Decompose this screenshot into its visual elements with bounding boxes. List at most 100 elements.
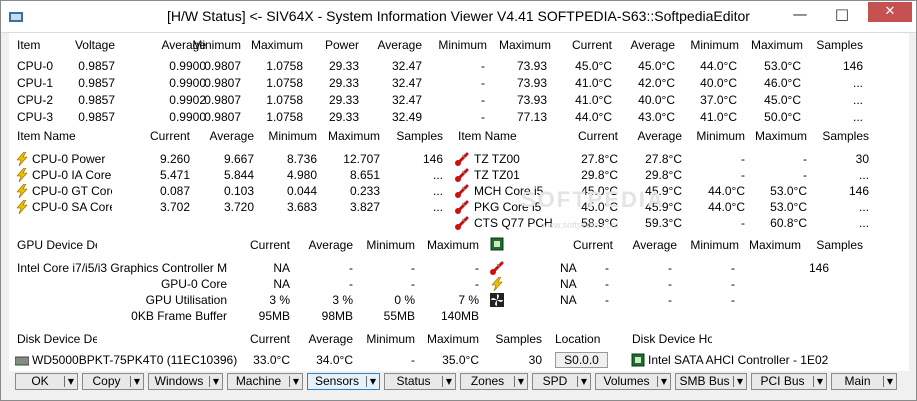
dropdown-arrow-icon[interactable]: ▼ [445,376,453,387]
button-separator [64,376,65,387]
thermometer-icon [455,216,469,230]
button-status[interactable]: Status ▼ [384,373,456,390]
watermark-url: www.softpedia.com [541,220,619,230]
button-pci-bus[interactable]: PCI Bus ▼ [751,373,827,390]
dropdown-arrow-icon[interactable]: ▼ [369,376,377,387]
cpu-header-10: Average [630,38,675,52]
button-copy[interactable]: Copy ▼ [82,373,144,390]
dropdown-arrow-icon[interactable]: ▼ [886,376,894,387]
gpu-bolt-icon [491,277,503,291]
cpu-cell: 42.0°C [638,76,675,90]
temps-cell: ... [858,168,869,182]
button-sensors[interactable]: Sensors ▼ [307,373,380,390]
dropdown-arrow-icon[interactable]: ▼ [67,376,75,387]
button-label: Volumes [603,374,650,388]
temps-cell: 30 [855,152,869,166]
cpu-header-6: Average [377,38,422,52]
maximize-button[interactable]: □ [824,2,860,28]
close-button[interactable]: ✕ [868,2,912,22]
title-bar[interactable]: [H/W Status] <- SIV64X - System Informat… [1,1,916,33]
gpu-chip-icon [490,237,504,251]
button-machine[interactable]: Machine ▼ [227,373,303,390]
cpu-cell: 46.0°C [764,76,801,90]
temps-header-0: Item Name [458,129,517,143]
window-title: [H/W Status] <- SIV64X - System Informat… [167,8,750,24]
cpu-cell: 0.9857 [78,93,115,107]
cpu-header-8: Maximum [498,38,551,52]
cpu-cell: 0.9807 [204,110,241,124]
temps-header-5: Samples [822,129,869,143]
gpu-right-cell: - [605,277,609,291]
button-smb-bus[interactable]: SMB Bus ▼ [675,373,747,390]
button-label: Sensors [314,374,360,388]
cpu-cell: 0.9857 [78,110,115,124]
cpu-cell: 73.93 [516,93,547,107]
gpu-row-label: GPU Utilisation [145,293,227,307]
button-zones[interactable]: Zones ▼ [460,373,528,390]
cpu-cell: 53.0°C [764,59,801,73]
cpu-cell: 0.9857 [78,76,115,90]
gpu-right-cell: - [605,293,609,307]
cpu-header-9: Current [571,38,612,52]
button-spd[interactable]: SPD ▼ [532,373,591,390]
disk-header-5: Samples [495,332,542,346]
cpu-cell: 40.0°C [638,93,675,107]
dropdown-arrow-icon[interactable]: ▼ [517,376,525,387]
dropdown-arrow-icon[interactable]: ▼ [133,376,141,387]
gpu-right-cell: - [605,261,609,275]
cpu-cell: ... [852,76,863,90]
cpu-cell: 44.0°C [575,110,612,124]
bolt-icon [16,184,28,198]
cpu-cell: 0.9807 [204,59,241,73]
button-main[interactable]: Main ▼ [831,373,897,390]
button-label: Copy [92,374,121,388]
dropdown-arrow-icon[interactable]: ▼ [580,376,588,387]
main-window: [H/W Status] <- SIV64X - System Informat… [0,0,917,401]
cpu-cell: 0.9857 [78,59,115,73]
cpu-cell: 44.0°C [700,59,737,73]
cpu-cell: 32.47 [391,59,422,73]
power-cell: CPU-0 IA Core [32,168,112,182]
button-separator [366,376,367,387]
cpu-cell: 45.0°C [764,93,801,107]
button-windows[interactable]: Windows ▼ [148,373,223,390]
controller-chip-icon [631,353,645,367]
gpu-cell: 140MB [440,309,479,323]
disk-cell: 35.0°C [442,353,479,367]
button-separator [514,376,515,387]
disk-cell: 30 [528,353,542,367]
gpu-right-cell: - [731,277,735,291]
cpu-cell: 0.9807 [204,76,241,90]
cpu-cell: 45.0°C [575,59,612,73]
dropdown-arrow-icon[interactable]: ▼ [736,376,744,387]
cpu-header-11: Minimum [690,38,739,52]
gpu-right-cell: - [731,293,735,307]
disk-cell: 34.0°C [316,353,353,367]
dropdown-arrow-icon[interactable]: ▼ [660,376,668,387]
thermometer-icon [455,184,469,198]
button-label: Machine [235,374,282,388]
disk-location-box[interactable]: S0.0.0 [555,352,608,368]
dropdown-arrow-icon[interactable]: ▼ [292,376,300,387]
button-ok[interactable]: OK ▼ [15,373,78,390]
power-header-5: Samples [396,129,443,143]
cpu-cell: - [481,76,485,90]
button-separator [130,376,131,387]
temps-cell: ... [858,216,869,230]
button-separator [813,376,814,387]
gpu-header-4: Maximum [426,238,479,252]
gpu-row-label: GPU-0 Core [160,277,227,291]
dropdown-arrow-icon[interactable]: ▼ [816,376,824,387]
bolt-icon [16,200,28,214]
cpu-header-1: Voltage [74,38,115,52]
button-label: Zones [470,374,505,388]
button-volumes[interactable]: Volumes ▼ [595,373,671,390]
minimize-button[interactable]: — [782,2,818,28]
hard-disk-icon [15,356,29,366]
disk-controller-name: Intel SATA AHCI Controller - 1E02 [648,353,829,367]
disk-header-6: Location [555,332,601,346]
button-label: Status [396,374,431,388]
button-label: OK [31,374,49,388]
cpu-cell: 29.33 [328,59,359,73]
dropdown-arrow-icon[interactable]: ▼ [212,376,220,387]
